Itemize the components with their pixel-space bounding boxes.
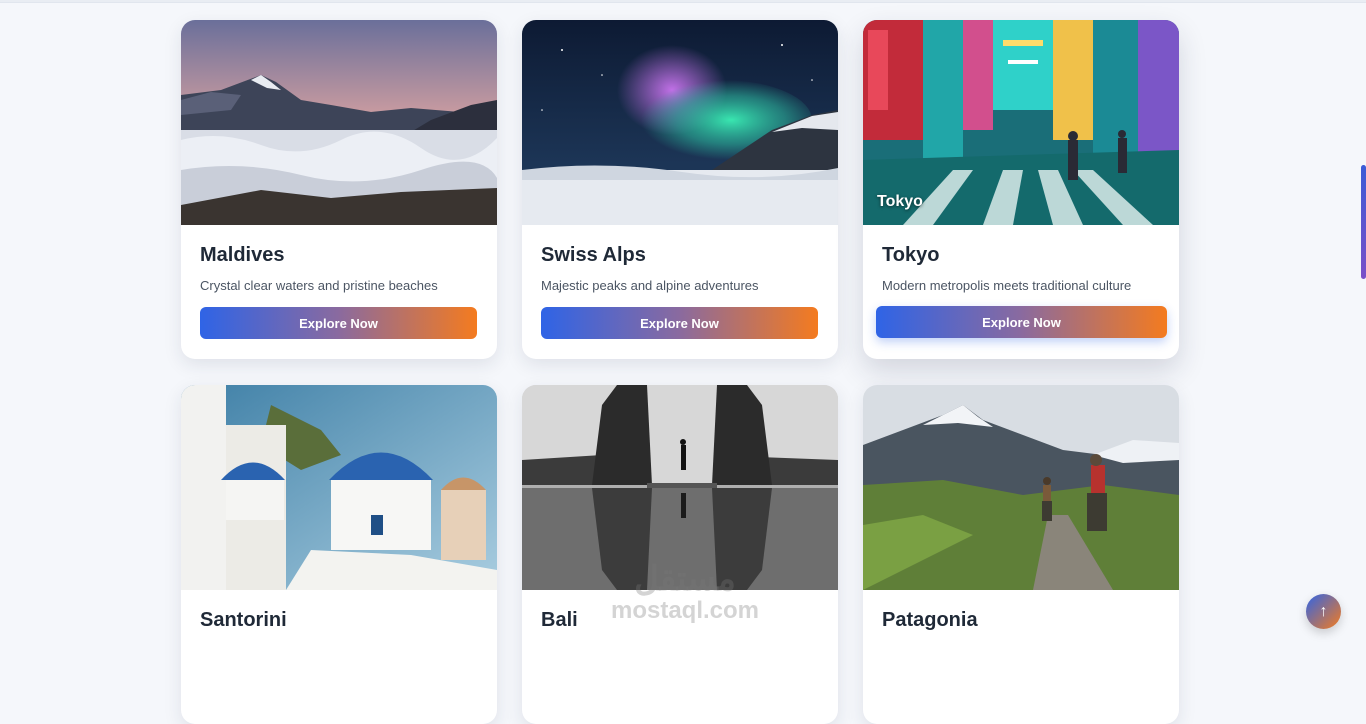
- destination-photo-bali-gate: [522, 385, 838, 590]
- destination-title: Patagonia: [882, 609, 978, 631]
- destination-description: Majestic peaks and alpine adventures: [541, 278, 759, 293]
- destination-photo-aurora: [522, 20, 838, 225]
- top-border: [0, 0, 1366, 3]
- back-to-top-button[interactable]: ↑: [1306, 594, 1341, 629]
- destination-title: Santorini: [200, 609, 287, 631]
- destination-photo-patagonia-hikers: [863, 385, 1179, 590]
- explore-now-button[interactable]: Explore Now: [876, 306, 1167, 338]
- destination-title: Swiss Alps: [541, 244, 646, 266]
- explore-now-button[interactable]: Explore Now: [541, 307, 818, 339]
- destination-description: Crystal clear waters and pristine beache…: [200, 278, 438, 293]
- scrollbar-thumb[interactable]: [1361, 165, 1366, 279]
- destination-title: Bali: [541, 609, 578, 631]
- destination-card-tokyo[interactable]: Tokyo Tokyo Modern metropolis meets trad…: [863, 20, 1179, 359]
- photo-overlay-label: Tokyo: [877, 193, 923, 210]
- destination-grid: Maldives Crystal clear waters and pristi…: [181, 20, 1179, 724]
- destination-card-patagonia[interactable]: Patagonia: [863, 385, 1179, 724]
- destination-description: Modern metropolis meets traditional cult…: [882, 278, 1132, 293]
- destination-card-maldives[interactable]: Maldives Crystal clear waters and pristi…: [181, 20, 497, 359]
- destination-card-swiss-alps[interactable]: Swiss Alps Majestic peaks and alpine adv…: [522, 20, 838, 359]
- explore-now-button[interactable]: Explore Now: [200, 307, 477, 339]
- destination-card-bali[interactable]: Bali: [522, 385, 838, 724]
- destination-photo-tokyo-street: Tokyo: [863, 20, 1179, 225]
- destination-title: Tokyo: [882, 244, 940, 266]
- arrow-up-icon: ↑: [1319, 602, 1328, 620]
- destination-photo-santorini: [181, 385, 497, 590]
- destination-card-santorini[interactable]: Santorini: [181, 385, 497, 724]
- destination-title: Maldives: [200, 244, 285, 266]
- destination-photo-mountains: [181, 20, 497, 225]
